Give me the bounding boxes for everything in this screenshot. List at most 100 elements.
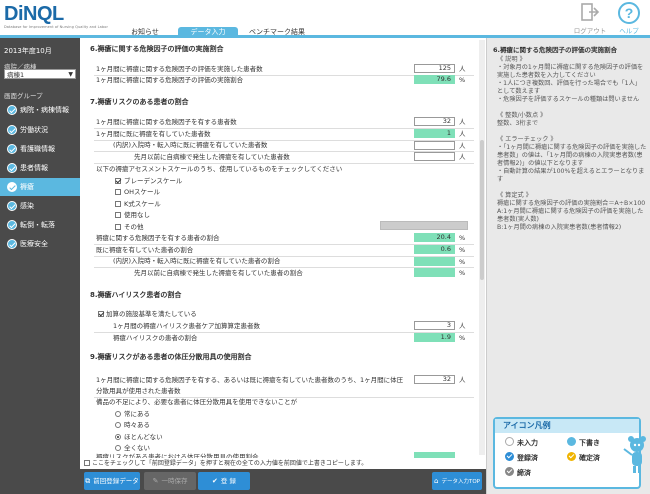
dinql-logo[interactable]: DiNQL Database for Improvement of Nursin…: [4, 4, 108, 29]
s7-scale-question: 以下の褥瘡アセスメントスケールのうち、使用しているものをチェックしてください: [96, 165, 343, 173]
check-circle-icon: [7, 182, 17, 192]
sidebar-item-pressure-ulcer[interactable]: 褥瘡: [0, 178, 80, 196]
sidebar-item-safety[interactable]: 医療安全: [0, 235, 80, 253]
section-9-title: 9.褥瘡リスクがある患者の体圧分散用具の使用割合: [90, 353, 252, 361]
data-input-top-label: データ入力TOP: [441, 479, 480, 485]
ward-select-value: 病棟1: [7, 71, 25, 79]
logo-subtitle: Database for Improvement of Nursing Qual…: [4, 25, 109, 29]
legend-label: 確定済: [579, 454, 600, 462]
facility-standard-checkbox[interactable]: [98, 311, 104, 317]
scale-checkbox-none[interactable]: [115, 212, 121, 218]
copy-note: ここをチェックして「前回登録データ」を押すと現在の全ての入力値を前回値で上書きコ…: [80, 459, 486, 469]
copy-overwrite-checkbox[interactable]: [84, 460, 90, 466]
help-button[interactable]: ? ヘルプ: [612, 2, 646, 35]
unit-label: 人: [459, 65, 466, 73]
check-circle-icon: [7, 201, 17, 211]
legend-item-empty: 未入力: [505, 437, 538, 448]
s7-ratio-label: 褥瘡に関する危険因子を有する患者の割合: [96, 234, 220, 242]
s7-ratio-label: (内訳)入院時・転入時に既に褥瘡を有していた患者の割合: [113, 257, 281, 265]
s7-existing-ulcer-input[interactable]: 1: [414, 129, 455, 138]
tab-benchmark[interactable]: ベンチマーク結果: [244, 27, 310, 38]
scale-label: K式スケール: [124, 200, 161, 208]
sidebar-item-nurse[interactable]: 看護職情報: [0, 140, 80, 158]
scrollbar-thumb[interactable]: [480, 140, 484, 280]
scale-label: その他: [124, 223, 144, 231]
unit-label: 人: [459, 142, 466, 150]
radio-sometimes[interactable]: [115, 422, 121, 428]
data-input-top-button[interactable]: ⌂ データ入力TOP: [432, 472, 482, 490]
sidebar-item-falls[interactable]: 転倒・転落: [0, 216, 80, 234]
sidebar-item-label: 医療安全: [20, 240, 48, 248]
check-circle-icon: [7, 220, 17, 230]
unit-label: %: [459, 258, 466, 266]
prev-data-button[interactable]: ⧉ 前回登録データ: [84, 472, 140, 490]
unit-label: %: [459, 234, 466, 242]
pencil-icon: ✎: [152, 477, 159, 485]
tab-notices[interactable]: お知らせ: [120, 27, 170, 38]
check-circle-icon: [7, 239, 17, 249]
s6-evaluated-count-input[interactable]: 125: [414, 64, 455, 73]
check-circle-icon: [7, 105, 17, 115]
ward-select[interactable]: 病棟1 ▼: [4, 69, 76, 79]
s7-prior-ratio-value: [414, 268, 455, 277]
fiscal-year: 2013年度10月: [4, 47, 52, 55]
check-circle-icon: [7, 163, 17, 173]
radio-rarely[interactable]: [115, 434, 121, 440]
s7-admission-ratio-value: [414, 257, 455, 266]
sidebar-item-labor[interactable]: 労働状況: [0, 121, 80, 139]
s9-pressure-device-count-input[interactable]: 32: [414, 375, 455, 384]
radio-never[interactable]: [115, 445, 121, 451]
sidebar-item-label: 労働状況: [20, 126, 48, 134]
scale-checkbox-k[interactable]: [115, 201, 121, 207]
copy-note-text: ここをチェックして「前回登録データ」を押すと現在の全ての入力値を前回値で上書きコ…: [92, 460, 368, 467]
temp-save-label: 一時保存: [161, 477, 188, 485]
register-button[interactable]: ✔ 登 録: [198, 472, 250, 490]
legend-label: 未入力: [517, 439, 538, 447]
s9-question-line2: 分散用具が使用された患者数: [96, 387, 181, 395]
s7-risk-count-input[interactable]: 32: [414, 117, 455, 126]
tab-data-input[interactable]: データ入力: [178, 27, 238, 38]
unit-label: %: [459, 76, 466, 84]
s7-existing-ratio-value: 0.6: [414, 245, 455, 254]
scale-label: ブレーデンスケール: [124, 177, 183, 185]
copy-icon: ⧉: [85, 477, 91, 485]
legend-title: アイコン凡例: [495, 419, 639, 433]
sidebar-item-patient[interactable]: 患者情報: [0, 159, 80, 177]
legend-item-confirmed: 確定済: [567, 452, 600, 463]
s7-row-label: 1ヶ月間に既に褥瘡を有していた患者数: [96, 130, 211, 138]
other-scale-input[interactable]: [380, 221, 468, 230]
scale-checkbox-braden[interactable]: [115, 178, 121, 184]
unit-label: 人: [459, 322, 466, 330]
registered-check-icon: [505, 452, 514, 461]
s7-ratio-label: 先月以前に自病棟で発生した褥瘡を有していた患者の割合: [134, 269, 303, 277]
logout-button[interactable]: ログアウト: [573, 2, 607, 35]
s8-high-risk-ratio-value: 1.9: [414, 333, 455, 342]
sidebar-item-infection[interactable]: 感染: [0, 197, 80, 215]
temp-save-button[interactable]: ✎ 一時保存: [144, 472, 196, 490]
sidebar-item-hospital[interactable]: 病院・病棟情報: [0, 101, 80, 119]
sidebar-item-label: 転倒・転落: [20, 221, 55, 229]
scale-checkbox-oh[interactable]: [115, 189, 121, 195]
unit-label: 人: [459, 130, 466, 138]
s7-row-label: (内訳)入院時・転入時に既に褥瘡を有していた患者数: [113, 141, 268, 149]
sidebar-item-label: 病院・病棟情報: [20, 106, 69, 114]
s7-row-label: 1ヶ月間に褥瘡に関する危険因子を有する患者数: [96, 118, 237, 126]
s7-risk-ratio-value: 20.4: [414, 233, 455, 242]
s7-admission-ulcer-input[interactable]: [414, 141, 455, 150]
legend-item-closed: 締済: [505, 467, 531, 478]
footer-bar: ⧉ 前回登録データ ✎ 一時保存 ✔ 登 録 ⌂ データ入力TOP: [80, 469, 486, 494]
s7-row-label: 先月以前に自病棟で発生した褥瘡を有していた患者数: [134, 153, 290, 161]
s9-last-label: 褥瘡リスクがある患者における体圧分散用具の使用割合: [96, 453, 259, 458]
s8-high-risk-count-input[interactable]: 3: [414, 321, 455, 330]
chevron-down-icon: ▼: [68, 71, 73, 78]
sidebar-item-label: 褥瘡: [20, 183, 34, 191]
s8-row-label: 褥瘡ハイリスクの患者の割合: [113, 334, 198, 342]
legend-item-draft: 下書き: [567, 437, 600, 448]
s7-ratio-label: 既に褥瘡を有していた患者の割合: [96, 246, 194, 254]
s9-equipment-question: 備品の不足により、必要な患者に体圧分散用具を使用できないことが: [96, 398, 298, 406]
radio-always[interactable]: [115, 411, 121, 417]
legend-label: 下書き: [579, 439, 600, 447]
scale-checkbox-other[interactable]: [115, 224, 121, 230]
prev-data-label: 前回登録データ: [93, 477, 139, 485]
s7-prior-ulcer-input[interactable]: [414, 152, 455, 161]
